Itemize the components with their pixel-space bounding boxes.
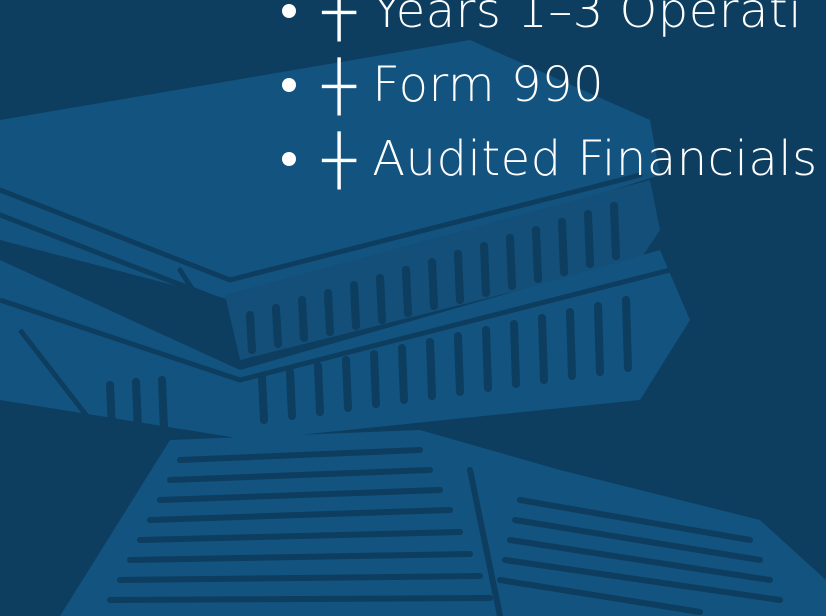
bullet-icon <box>282 152 296 166</box>
list-item: ┼ Years 1–3 Operati <box>282 0 818 48</box>
list-item: ┼ Audited Financials <box>282 122 818 196</box>
document-checklist: ┼ Years 1–3 Operati ┼ Form 990 ┼ Audited… <box>282 0 818 196</box>
bullet-icon <box>282 4 296 18</box>
slide-canvas: ┼ Years 1–3 Operati ┼ Form 990 ┼ Audited… <box>0 0 826 616</box>
list-item-text: ┼ Form 990 <box>322 57 605 113</box>
list-item-text: ┼ Years 1–3 Operati <box>322 0 803 39</box>
list-item-text: ┼ Audited Financials <box>322 131 818 187</box>
list-item: ┼ Form 990 <box>282 48 818 122</box>
bullet-icon <box>282 78 296 92</box>
book-open <box>60 430 826 616</box>
